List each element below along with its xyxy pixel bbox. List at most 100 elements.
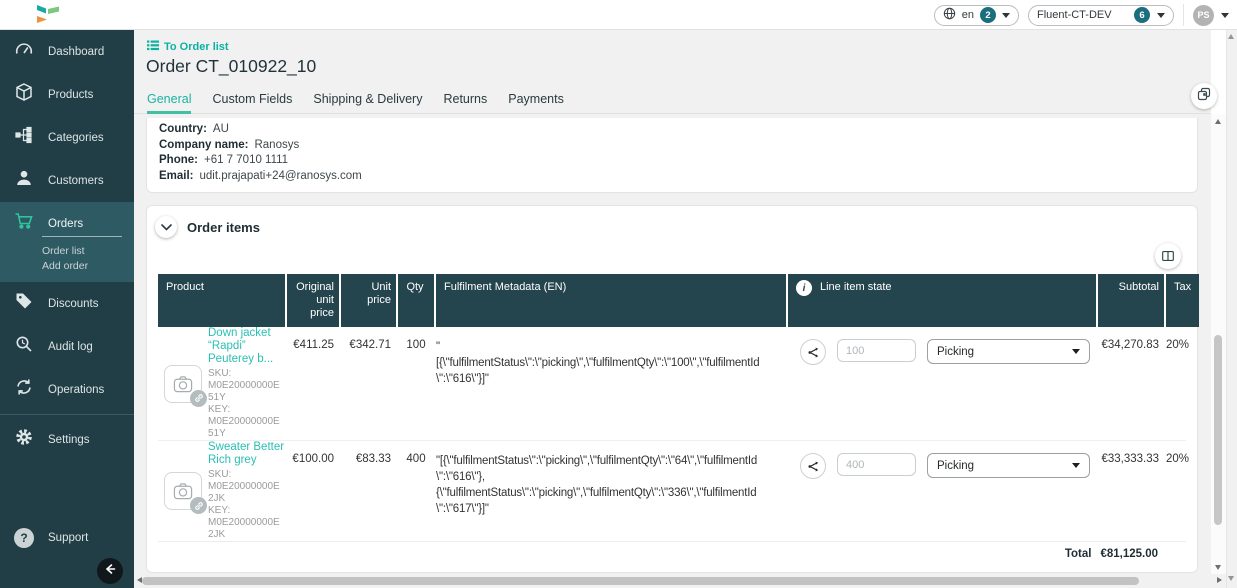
product-cell: Down jacket “Rapdi” Peuterey b... SKU: M… bbox=[158, 327, 285, 440]
info-icon[interactable]: i bbox=[796, 280, 812, 296]
col-product: Product bbox=[158, 274, 285, 327]
tab-general[interactable]: General bbox=[147, 92, 191, 114]
col-line-item-state: i Line item state bbox=[788, 274, 1096, 327]
scroll-up-arrow-icon[interactable] bbox=[1215, 119, 1221, 124]
product-image-placeholder bbox=[164, 365, 202, 403]
tab-custom-fields[interactable]: Custom Fields bbox=[212, 92, 292, 114]
chevron-down-icon bbox=[1072, 349, 1080, 354]
breadcrumb[interactable]: To Order list bbox=[147, 40, 229, 54]
sidebar-item-add-order[interactable]: Add order bbox=[42, 259, 134, 274]
qty: 100 bbox=[398, 327, 434, 440]
avatar: PS bbox=[1193, 5, 1214, 26]
line-item-state-select[interactable]: Picking bbox=[927, 339, 1090, 364]
product-info: Sweater Better Rich grey SKU: M0E2000000… bbox=[208, 441, 285, 541]
state-qty-input[interactable] bbox=[837, 453, 916, 476]
scroll-down-arrow-icon[interactable] bbox=[1228, 576, 1234, 581]
refresh-arrows-icon bbox=[14, 377, 34, 402]
chevron-down-icon bbox=[1157, 13, 1165, 18]
sidebar: Dashboard Products Categories Customers bbox=[0, 30, 134, 588]
scroll-up-arrow-icon[interactable] bbox=[1228, 34, 1234, 39]
orders-underline bbox=[42, 236, 122, 237]
split-state-button[interactable] bbox=[800, 339, 826, 365]
collapse-section-button[interactable] bbox=[155, 216, 177, 238]
topbar: en 2 Fluent-CT-DEV 6 PS bbox=[0, 0, 1237, 30]
product-link[interactable]: Sweater Better Rich grey bbox=[208, 441, 285, 467]
customer-info-card: Country: AU Company name: Ranosys Phone:… bbox=[146, 118, 1198, 193]
table-toolbar bbox=[147, 240, 1197, 274]
sidebar-item-operations[interactable]: Operations bbox=[0, 368, 134, 411]
sidebar-divider bbox=[0, 414, 134, 415]
person-icon bbox=[14, 168, 34, 193]
chevron-down-icon bbox=[1072, 463, 1080, 468]
col-subtotal: Subtotal bbox=[1098, 274, 1164, 327]
unit-price: €342.71 bbox=[341, 327, 396, 440]
fulfilment-metadata: "[{\"fulfilmentStatus\":\"picking\",\"fu… bbox=[436, 441, 786, 541]
sidebar-item-discounts[interactable]: Discounts bbox=[0, 282, 134, 325]
sidebar-item-customers[interactable]: Customers bbox=[0, 159, 134, 202]
original-unit-price: €100.00 bbox=[287, 441, 339, 541]
language-count-badge: 2 bbox=[980, 7, 996, 23]
fulfilment-metadata: " [{\"fulfilmentStatus\":\"picking\",\"f… bbox=[436, 327, 786, 440]
product-sku: SKU: M0E20000000E51Y KEY: M0E20000000E51… bbox=[208, 368, 285, 440]
sidebar-support-section: ? Support bbox=[0, 518, 134, 558]
line-item-state-select[interactable]: Picking bbox=[927, 453, 1090, 478]
question-mark-icon: ? bbox=[14, 528, 34, 548]
copy-icon bbox=[1196, 86, 1212, 107]
project-count-badge: 6 bbox=[1134, 7, 1150, 23]
vertical-scrollbar-thumb[interactable] bbox=[1214, 335, 1222, 525]
order-total-row: Total €81,125.00 bbox=[158, 541, 1186, 567]
user-menu[interactable]: PS bbox=[1193, 5, 1229, 26]
horizontal-scrollbar-thumb[interactable] bbox=[142, 577, 1139, 585]
product-sku: SKU: M0E20000000E2JK KEY: M0E20000000E2J… bbox=[208, 469, 285, 541]
sidebar-item-dashboard[interactable]: Dashboard bbox=[0, 30, 134, 73]
col-unit-price: Unit price bbox=[341, 274, 396, 327]
tax: 20% bbox=[1166, 441, 1199, 541]
language-selector[interactable]: en 2 bbox=[934, 5, 1019, 26]
product-link[interactable]: Down jacket “Rapdi” Peuterey b... bbox=[208, 327, 285, 366]
sidebar-item-order-list[interactable]: Order list bbox=[42, 244, 134, 259]
table-columns-icon bbox=[1160, 248, 1176, 264]
project-selector[interactable]: Fluent-CT-DEV 6 bbox=[1028, 5, 1174, 26]
split-state-button[interactable] bbox=[800, 453, 826, 479]
scroll-left-arrow-icon[interactable] bbox=[137, 577, 142, 583]
gear-icon bbox=[14, 427, 34, 452]
field-company-name: Company name: Ranosys bbox=[159, 138, 1185, 154]
subtotal: €33,333.33 bbox=[1098, 441, 1164, 541]
sidebar-item-orders[interactable]: Orders bbox=[0, 202, 134, 245]
magnifier-clock-icon bbox=[14, 334, 34, 359]
sidebar-item-products[interactable]: Products bbox=[0, 73, 134, 116]
col-tax: Tax bbox=[1166, 274, 1199, 327]
sidebar-collapse-button[interactable] bbox=[97, 558, 123, 584]
content-scroll-area: Country: AU Company name: Ranosys Phone:… bbox=[134, 114, 1211, 574]
order-items-header: Order items bbox=[147, 206, 1197, 240]
share-icon bbox=[806, 345, 821, 360]
copy-order-button[interactable] bbox=[1191, 83, 1217, 109]
page-title: Order CT_010922_10 bbox=[146, 56, 316, 77]
field-email: Email: udit.prajapati+24@ranosys.com bbox=[159, 169, 1185, 185]
scroll-down-arrow-icon[interactable] bbox=[1215, 565, 1221, 570]
tab-payments[interactable]: Payments bbox=[508, 92, 564, 114]
section-title: Order items bbox=[187, 220, 260, 235]
camera-icon bbox=[172, 374, 194, 394]
dashboard-icon bbox=[14, 39, 34, 64]
total-label: Total bbox=[1065, 548, 1092, 560]
sidebar-item-support[interactable]: ? Support bbox=[0, 518, 134, 558]
scroll-right-arrow-icon[interactable] bbox=[1217, 577, 1222, 583]
tab-returns[interactable]: Returns bbox=[443, 92, 487, 114]
language-code: en bbox=[962, 9, 974, 21]
state-qty-input[interactable] bbox=[837, 339, 916, 362]
sidebar-item-audit-log[interactable]: Audit log bbox=[0, 325, 134, 368]
share-icon bbox=[806, 459, 821, 474]
link-badge-icon bbox=[190, 497, 207, 514]
page-vertical-scrollbar[interactable] bbox=[1226, 30, 1237, 588]
project-name: Fluent-CT-DEV bbox=[1037, 9, 1112, 21]
product-cell: Sweater Better Rich grey SKU: M0E2000000… bbox=[158, 441, 285, 541]
tab-shipping-delivery[interactable]: Shipping & Delivery bbox=[313, 92, 422, 114]
tax: 20% bbox=[1166, 327, 1199, 440]
package-icon bbox=[14, 82, 34, 107]
field-country: Country: AU bbox=[159, 122, 1185, 138]
sidebar-item-settings[interactable]: Settings bbox=[0, 418, 134, 461]
sidebar-item-categories[interactable]: Categories bbox=[0, 116, 134, 159]
qty: 400 bbox=[398, 441, 434, 541]
column-settings-button[interactable] bbox=[1155, 243, 1181, 269]
